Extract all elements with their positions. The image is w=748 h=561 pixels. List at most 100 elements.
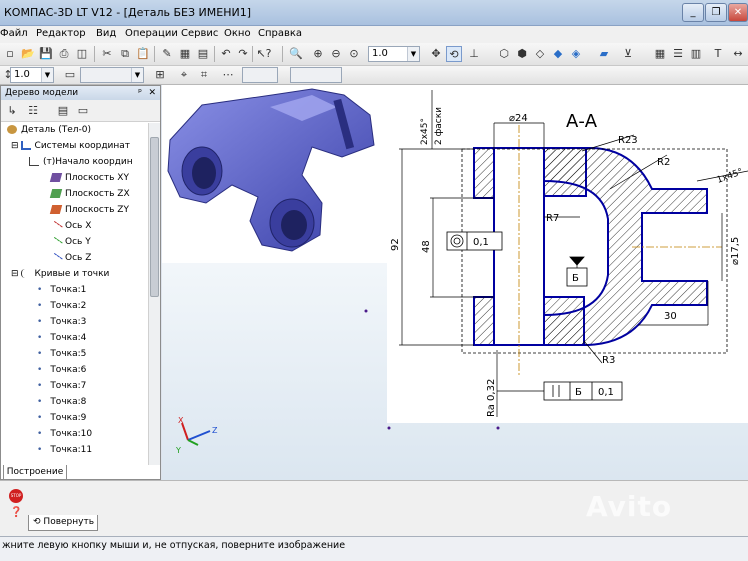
undo-icon[interactable]: ↶ xyxy=(218,46,234,62)
point-icon: • xyxy=(37,333,43,343)
menu-file[interactable]: Файл xyxy=(0,28,28,39)
restore-button[interactable]: ❐ xyxy=(705,3,727,22)
help-icon[interactable]: ❓ xyxy=(10,507,22,518)
close-panel-icon[interactable]: ✕ xyxy=(148,86,156,100)
hidden-lines-icon[interactable]: ⬢ xyxy=(514,46,530,62)
tree-order-icon[interactable]: ↳ xyxy=(4,103,20,119)
no-hidden-icon[interactable]: ◇ xyxy=(532,46,548,62)
tree-node-axis-z[interactable]: Ось Z xyxy=(49,251,91,266)
redo-icon[interactable]: ↷ xyxy=(235,46,251,62)
spec-icon[interactable]: ▥ xyxy=(688,46,704,62)
open-file-icon[interactable]: 📂 xyxy=(20,46,36,62)
zoom-in-icon[interactable]: ⊕ xyxy=(310,46,326,62)
menu-service[interactable]: Сервис xyxy=(181,28,218,39)
tree-structure-icon[interactable]: ☷ xyxy=(25,103,41,119)
copy-icon[interactable]: ⧉ xyxy=(117,46,133,62)
tab-rotate[interactable]: ⟲ Повернуть xyxy=(28,515,98,531)
settings-icon[interactable]: ☰ xyxy=(670,46,686,62)
tree-node-point[interactable]: • Точка:1 xyxy=(37,283,86,298)
tree-node-point[interactable]: • Точка:5 xyxy=(37,347,86,362)
halftone-outline-icon[interactable]: ◈ xyxy=(568,46,584,62)
orientation-icon[interactable]: ⊥ xyxy=(466,46,482,62)
tree-node-point[interactable]: • Точка:4 xyxy=(37,331,86,346)
dim-r23: R23 xyxy=(618,135,638,146)
axis-icon xyxy=(49,236,63,250)
tree-node-point[interactable]: • Точка:7 xyxy=(37,379,86,394)
paste-icon[interactable]: 📋 xyxy=(135,46,151,62)
zoom-fit-icon[interactable]: ⊙ xyxy=(346,46,362,62)
dimension-icon[interactable]: ↔ xyxy=(730,46,746,62)
zoom-out-icon[interactable]: ⊖ xyxy=(328,46,344,62)
print-icon[interactable]: ⎙ xyxy=(56,46,72,62)
manager-icon[interactable]: ▤ xyxy=(195,46,211,62)
text-icon[interactable]: T xyxy=(710,46,726,62)
tree-node-axis-y[interactable]: Ось Y xyxy=(49,235,91,250)
tree-node-point[interactable]: • Точка:10 xyxy=(37,427,92,442)
x-coord-field[interactable] xyxy=(242,67,278,83)
zoom-select[interactable]: 1.0 ▼ xyxy=(368,46,420,62)
pin-icon[interactable]: ᵖ xyxy=(138,86,142,100)
tree-filter-icon[interactable]: ▤ xyxy=(55,103,71,119)
library-icon[interactable]: ▦ xyxy=(177,46,193,62)
close-button[interactable]: ✕ xyxy=(728,3,748,22)
filter-icon[interactable]: ⊻ xyxy=(620,46,636,62)
tree-node-point[interactable]: • Точка:9 xyxy=(37,411,86,426)
minimize-button[interactable]: _ xyxy=(682,3,704,22)
status-text: жните левую кнопку мыши и, не отпуская, … xyxy=(2,540,346,551)
help-cursor-icon[interactable]: ↖? xyxy=(256,46,272,62)
menu-window[interactable]: Окно xyxy=(224,28,251,39)
halftone-icon[interactable]: ◆ xyxy=(550,46,566,62)
snap-icon[interactable]: ⌖ xyxy=(176,67,192,83)
perspective-icon[interactable]: ▰ xyxy=(596,46,612,62)
pan-icon[interactable]: ✥ xyxy=(428,46,444,62)
menu-edit[interactable]: Редактор xyxy=(36,28,86,39)
new-file-icon[interactable]: ▫ xyxy=(2,46,18,62)
tree-node-point[interactable]: • Точка:3 xyxy=(37,315,86,330)
preview-icon[interactable]: ◫ xyxy=(74,46,90,62)
zoom-window-icon[interactable]: 🔍 xyxy=(288,46,304,62)
axis-icon xyxy=(49,252,63,266)
ortho-icon[interactable]: ⌗ xyxy=(196,67,212,83)
grid-icon[interactable]: ⋯ xyxy=(220,67,236,83)
tree-scrollbar[interactable] xyxy=(148,123,160,465)
tree-node-point[interactable]: • Точка:11 xyxy=(37,443,92,458)
model-tree-title: Дерево модели xyxy=(5,88,79,98)
stop-icon[interactable]: STOP xyxy=(9,489,23,503)
point-icon: • xyxy=(37,301,43,311)
tab-build[interactable]: Построение xyxy=(3,465,67,480)
menu-operations[interactable]: Операции xyxy=(125,28,178,39)
tree-node-point[interactable]: • Точка:6 xyxy=(37,363,86,378)
dim-r2: R2 xyxy=(657,157,670,168)
layers-icon[interactable]: ▭ xyxy=(62,67,78,83)
menu-view[interactable]: Вид xyxy=(96,28,116,39)
tree-node-curves-points[interactable]: ⊟ Кривые и точки xyxy=(11,267,109,282)
menu-help[interactable]: Справка xyxy=(258,28,302,39)
model-viewport[interactable]: А-А 2 фаски 2x45° ⌀24 R23 R2 R7 92 48 0,… xyxy=(162,85,748,480)
wireframe-icon[interactable]: ⬡ xyxy=(496,46,512,62)
parallel-base: Б xyxy=(575,387,582,398)
point-icon: • xyxy=(37,285,43,295)
tree-node-point[interactable]: • Точка:8 xyxy=(37,395,86,410)
tree-node-plane-xy[interactable]: Плоскость XY xyxy=(49,171,129,186)
tree-view-mode-icon[interactable]: ▭ xyxy=(75,103,91,119)
properties-icon[interactable]: ✎ xyxy=(159,46,175,62)
tree-node-point[interactable]: • Точка:2 xyxy=(37,299,86,314)
step-select[interactable]: 1.0 ▼ xyxy=(10,67,54,83)
coord-icon[interactable]: ⊞ xyxy=(152,67,168,83)
tree-node-plane-zy[interactable]: Плоскость ZY xyxy=(49,203,129,218)
y-coord-field[interactable] xyxy=(290,67,342,83)
tree-node-plane-zx[interactable]: Плоскость ZX xyxy=(49,187,130,202)
tree-view-icon[interactable]: ▦ xyxy=(652,46,668,62)
tree-scroll-thumb[interactable] xyxy=(150,137,159,297)
layer-select[interactable]: ▼ xyxy=(80,67,144,83)
tree-node-coord-systems[interactable]: ⊟ Системы координат xyxy=(11,139,130,154)
roughness-label: Ra 0,32 xyxy=(486,379,497,417)
rotate-icon[interactable]: ⟲ xyxy=(446,46,462,62)
tree-node-origin[interactable]: (т)Начало координ xyxy=(29,155,133,170)
point-icon: • xyxy=(37,413,43,423)
save-icon[interactable]: 💾 xyxy=(38,46,54,62)
tree-node-axis-x[interactable]: Ось X xyxy=(49,219,91,234)
tree-node-part[interactable]: Деталь (Тел-0) xyxy=(7,123,91,138)
origin-icon xyxy=(29,157,39,166)
cut-icon[interactable]: ✂ xyxy=(99,46,115,62)
